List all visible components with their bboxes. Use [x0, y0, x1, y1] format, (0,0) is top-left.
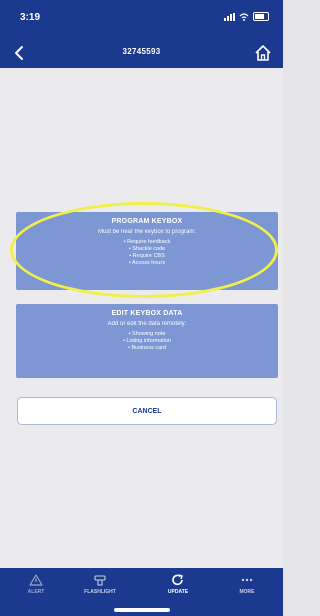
more-icon [241, 578, 253, 582]
edit-keybox-subtitle: Add or edit the data remotely: [107, 321, 187, 327]
tab-label: FLASHLIGHT [84, 589, 116, 595]
cancel-button[interactable]: CANCEL [17, 397, 277, 425]
edit-keybox-list: • Showing note • Listing information • B… [16, 331, 278, 352]
tab-more[interactable]: MORE [219, 572, 275, 608]
edit-keybox-title: EDIT KEYBOX DATA [111, 310, 183, 317]
status-time: 3:19 [20, 12, 41, 23]
home-button[interactable] [253, 43, 273, 63]
nav-bar: 32745593 [0, 38, 283, 68]
list-item: • Shackle code [128, 246, 166, 252]
tab-label: MORE [239, 589, 255, 595]
page-title: 32745593 [122, 47, 161, 56]
list-item: • Showing note [128, 331, 166, 337]
program-keybox-title: PROGRAM KEYBOX [111, 218, 183, 225]
content-area: PROGRAM KEYBOX Must be near the keybox t… [0, 68, 283, 568]
list-item: • Business card [128, 345, 166, 351]
program-keybox-subtitle: Must be near the keybox to program: [97, 229, 197, 235]
program-keybox-list: • Require feedback • Shackle code • Requ… [16, 239, 278, 267]
battery-icon [253, 12, 269, 21]
tab-update[interactable]: UPDATE [150, 572, 206, 608]
list-item: • Require feedback [123, 239, 171, 245]
wifi-icon [239, 12, 249, 21]
program-keybox-button[interactable]: PROGRAM KEYBOX Must be near the keybox t… [16, 212, 278, 290]
status-bar: 3:19 [0, 0, 283, 38]
update-icon [172, 574, 183, 586]
edit-keybox-button[interactable]: EDIT KEYBOX DATA Add or edit the data re… [16, 304, 278, 378]
home-indicator [114, 608, 170, 612]
tab-flashlight[interactable]: FLASHLIGHT [72, 572, 128, 608]
flashlight-icon [94, 575, 106, 586]
signal-icon [224, 12, 235, 21]
list-item: • Listing information [122, 338, 172, 344]
tab-label: UPDATE [167, 589, 189, 595]
alert-icon [29, 574, 43, 586]
tab-alert[interactable]: ALERT [8, 572, 64, 608]
list-item: • Access hours [128, 260, 166, 266]
status-icons [224, 12, 269, 21]
list-item: • Require CBS [129, 253, 165, 259]
tab-label: ALERT [27, 589, 45, 595]
